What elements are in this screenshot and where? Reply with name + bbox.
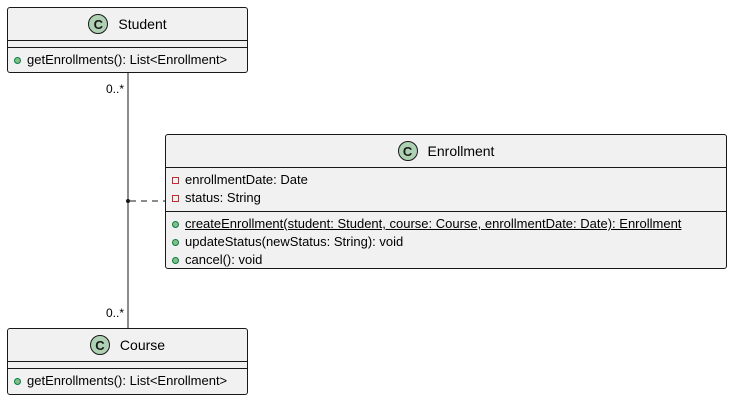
- class-enrollment-header: C Enrollment: [166, 135, 726, 168]
- attribute-text: enrollmentDate: Date: [185, 172, 308, 187]
- method-row: createEnrollment(student: Student, cours…: [172, 215, 720, 233]
- method-row: cancel(): void: [172, 251, 720, 269]
- association-class-anchor: [126, 199, 130, 203]
- class-c-icon: C: [88, 14, 109, 34]
- public-visibility-icon: [172, 256, 179, 264]
- public-visibility-icon: [172, 220, 179, 228]
- class-course-methods: getEnrollments(): List<Enrollment>: [8, 369, 247, 394]
- class-student-header: C Student: [8, 8, 247, 41]
- student-multiplicity: 0..*: [106, 82, 125, 96]
- method-signature: updateStatus(newStatus: String): void: [185, 234, 404, 249]
- class-c-icon: C: [397, 141, 418, 161]
- attribute-text: status: String: [185, 190, 261, 205]
- class-student[interactable]: C Student getEnrollments(): List<Enrollm…: [7, 7, 248, 73]
- method-row: getEnrollments(): List<Enrollment>: [14, 51, 241, 69]
- method-signature: getEnrollments(): List<Enrollment>: [27, 373, 228, 388]
- class-enrollment[interactable]: C Enrollment enrollmentDate: Date status…: [165, 134, 727, 269]
- class-enrollment-methods: createEnrollment(student: Student, cours…: [166, 212, 726, 273]
- class-c-icon: C: [89, 335, 110, 355]
- public-visibility-icon: [14, 377, 21, 385]
- class-student-methods: getEnrollments(): List<Enrollment>: [8, 48, 247, 73]
- method-signature: cancel(): void: [185, 252, 263, 267]
- method-row: updateStatus(newStatus: String): void: [172, 233, 720, 251]
- static-method-signature: createEnrollment(student: Student, cours…: [185, 216, 682, 231]
- public-visibility-icon: [14, 56, 21, 64]
- class-student-attributes: [8, 41, 247, 48]
- class-course-name: Course: [119, 337, 166, 353]
- class-course-attributes: [8, 362, 247, 369]
- private-visibility-icon: [172, 194, 179, 202]
- private-visibility-icon: [172, 176, 179, 184]
- class-enrollment-attributes: enrollmentDate: Date status: String: [166, 168, 726, 212]
- class-course[interactable]: C Course getEnrollments(): List<Enrollme…: [7, 328, 248, 395]
- method-signature: getEnrollments(): List<Enrollment>: [27, 52, 228, 67]
- attribute-row: enrollmentDate: Date: [172, 171, 720, 189]
- method-row: getEnrollments(): List<Enrollment>: [14, 372, 241, 390]
- class-student-name: Student: [118, 16, 167, 32]
- public-visibility-icon: [172, 238, 179, 246]
- attribute-row: status: String: [172, 189, 720, 207]
- class-diagram: C Student getEnrollments(): List<Enrollm…: [0, 0, 732, 400]
- class-enrollment-name: Enrollment: [427, 143, 495, 159]
- course-multiplicity: 0..*: [106, 306, 125, 320]
- class-course-header: C Course: [8, 329, 247, 362]
